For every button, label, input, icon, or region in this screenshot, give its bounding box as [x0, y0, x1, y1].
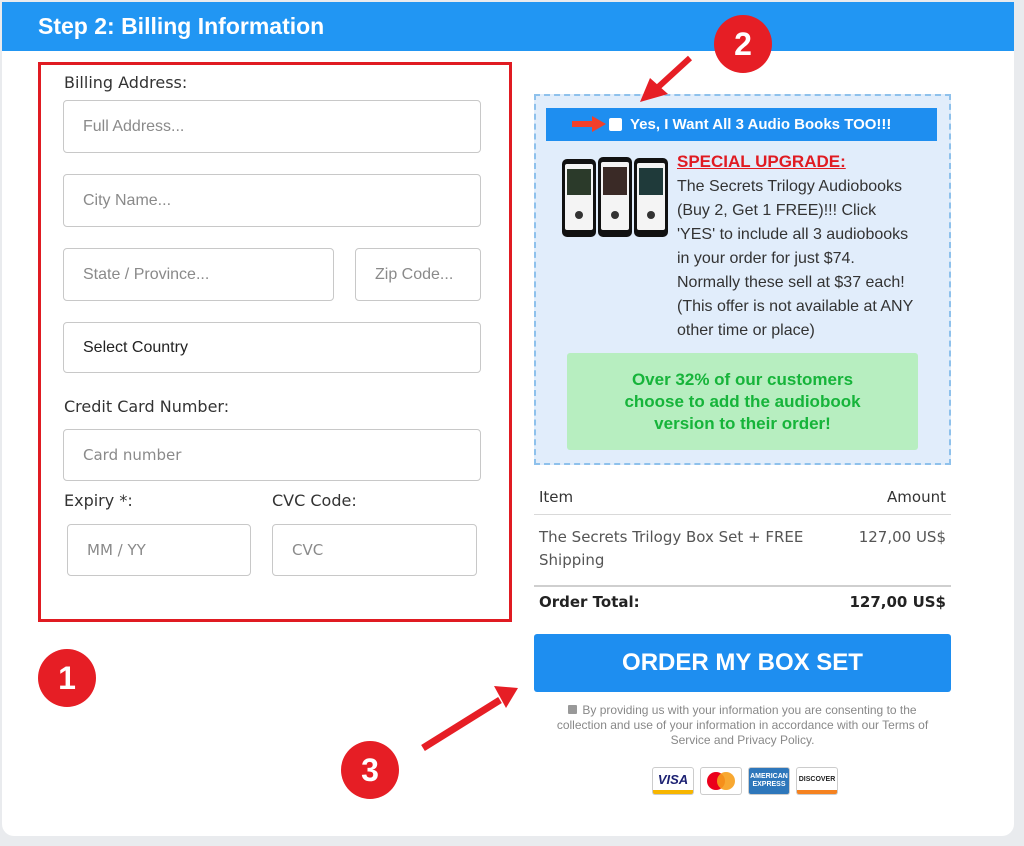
visa-icon: VISA	[653, 768, 693, 794]
expiry-label: Expiry *:	[64, 491, 133, 510]
lock-icon	[568, 705, 578, 714]
order-total-label: Order Total:	[539, 593, 640, 611]
card-number-input[interactable]: Card number	[63, 429, 481, 481]
upsell-line: The Secrets Trilogy Audiobooks	[677, 178, 903, 195]
audiobook-phones-image	[562, 157, 668, 237]
annotation-badge-1: 1	[38, 649, 96, 707]
cvc-input[interactable]: CVC	[272, 524, 477, 576]
social-proof-box: Over 32% of our customers choose to add …	[567, 353, 918, 450]
upsell-line: 'YES' to include all 3 audiobooks	[677, 226, 909, 243]
order-item-line: The Secrets Trilogy Box Set + FREE	[539, 528, 804, 546]
card-number-label: Credit Card Number:	[64, 397, 230, 416]
card-number-placeholder: Card number	[83, 446, 182, 464]
expiry-placeholder: MM / YY	[87, 541, 146, 559]
amex-label: AMERICAN EXPRESS	[750, 773, 788, 788]
mastercard-icon	[701, 768, 741, 794]
order-item-line: Shipping	[539, 551, 605, 569]
cvc-label: CVC Code:	[272, 491, 357, 510]
full-address-placeholder: Full Address...	[83, 117, 185, 135]
annotation-badge-3: 3	[341, 741, 399, 799]
table-divider	[534, 514, 951, 515]
city-placeholder: City Name...	[83, 191, 172, 209]
amount-column-header: Amount	[887, 488, 946, 506]
full-address-input[interactable]: Full Address...	[63, 100, 481, 153]
upsell-line: in your order for just $74.	[677, 250, 855, 267]
upsell-checkbox[interactable]	[609, 118, 622, 131]
amex-icon: AMERICAN EXPRESS	[749, 768, 789, 794]
country-select[interactable]: Select Country	[63, 322, 481, 373]
country-value: Select Country	[83, 338, 188, 356]
consent-line: collection and use of your information i…	[556, 718, 929, 732]
consent-line: By providing us with your information yo…	[582, 703, 917, 717]
red-arrow-icon	[572, 116, 606, 132]
page-title: Step 2: Billing Information	[38, 13, 325, 39]
table-divider	[534, 585, 951, 587]
upsell-description: The Secrets Trilogy Audiobooks (Buy 2, G…	[677, 175, 939, 343]
annotation-badge-2: 2	[714, 15, 772, 73]
order-button[interactable]: ORDER MY BOX SET	[534, 634, 951, 692]
order-item-name: The Secrets Trilogy Box Set + FREE Shipp…	[539, 526, 803, 572]
city-input[interactable]: City Name...	[63, 174, 481, 227]
item-column-header: Item	[539, 488, 574, 506]
upsell-checkbox-label[interactable]: Yes, I Want All 3 Audio Books TOO!!!	[630, 116, 891, 133]
billing-address-label: Billing Address:	[64, 73, 188, 92]
step-header: Step 2: Billing Information	[2, 2, 1014, 51]
upsell-line: (This offer is not available at ANY	[677, 298, 914, 315]
social-proof-line: choose to add the audiobook	[624, 392, 861, 411]
order-total-amount: 127,00 US$	[849, 593, 946, 611]
social-proof-line: version to their order!	[654, 414, 831, 433]
discover-icon: DISCOVER	[797, 768, 837, 794]
zip-placeholder: Zip Code...	[375, 265, 454, 283]
consent-line: Service and Privacy Policy.	[670, 733, 815, 747]
order-item-amount: 127,00 US$	[858, 528, 946, 546]
social-proof-line: Over 32% of our customers	[631, 370, 854, 389]
state-input[interactable]: State / Province...	[63, 248, 334, 301]
zip-input[interactable]: Zip Code...	[355, 248, 481, 301]
upsell-line: other time or place)	[677, 322, 815, 339]
state-placeholder: State / Province...	[83, 265, 210, 283]
special-upgrade-heading: SPECIAL UPGRADE:	[677, 152, 846, 171]
expiry-input[interactable]: MM / YY	[67, 524, 251, 576]
mastercard-circles	[707, 772, 735, 790]
cvc-placeholder: CVC	[292, 541, 324, 559]
upsell-line: (Buy 2, Get 1 FREE)!!! Click	[677, 202, 877, 219]
consent-text: By providing us with your information yo…	[537, 703, 948, 748]
upsell-line: Normally these sell at $37 each!	[677, 274, 905, 291]
payment-cards: VISA AMERICAN EXPRESS DISCOVER	[653, 768, 837, 794]
